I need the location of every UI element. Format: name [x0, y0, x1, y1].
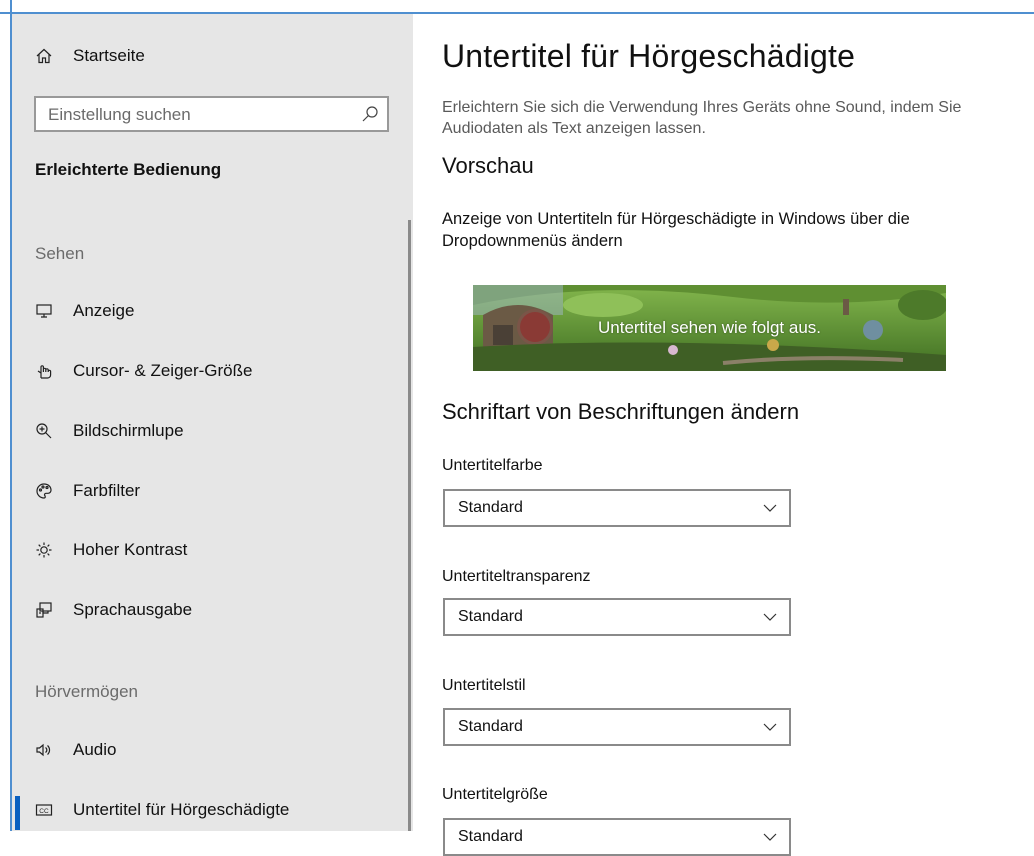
group-heading-hoervermoegen: Hörvermögen	[35, 682, 138, 701]
page-description: Erleichtern Sie sich die Verwendung Ihre…	[442, 99, 962, 137]
sidebar-item-cursor[interactable]: Cursor- & Zeiger-Größe	[12, 351, 402, 391]
sidebar-item-bildschirmlupe[interactable]: Bildschirmlupe	[12, 411, 402, 451]
section-title: Erleichterte Bedienung	[35, 160, 222, 179]
chevron-down-icon	[763, 504, 777, 512]
chevron-down-icon	[763, 723, 777, 731]
font-heading: Schriftart von Beschriftungen ändern	[442, 399, 800, 424]
home-label: Startseite	[73, 46, 145, 65]
home-icon	[34, 46, 54, 66]
sidebar-item-label: Bildschirmlupe	[73, 421, 184, 440]
untertitelgroesse-dropdown[interactable]: Standard	[443, 818, 791, 856]
search-box[interactable]	[34, 96, 389, 132]
speaker-icon	[34, 740, 54, 760]
search-input[interactable]	[36, 98, 360, 132]
sidebar-scrollbar[interactable]	[408, 220, 411, 831]
search-icon[interactable]	[361, 105, 379, 123]
untertiteltransparenz-dropdown[interactable]: Standard	[443, 598, 791, 636]
narrator-icon	[34, 600, 54, 620]
sidebar-item-label: Anzeige	[73, 301, 135, 320]
cc-icon: CC	[34, 800, 54, 820]
pointer-icon	[34, 361, 54, 381]
page-title: Untertitel für Hörgeschädigte	[442, 38, 856, 74]
palette-icon	[34, 481, 54, 501]
chevron-down-icon	[763, 833, 777, 841]
untertitelfarbe-dropdown[interactable]: Standard	[443, 489, 791, 527]
svg-text:CC: CC	[39, 808, 49, 815]
preview-heading: Vorschau	[442, 153, 534, 178]
preview-description: Anzeige von Untertiteln für Hörgeschädig…	[442, 210, 910, 250]
sun-icon	[34, 540, 54, 560]
chevron-down-icon	[763, 613, 777, 621]
sidebar-item-audio[interactable]: Audio	[12, 730, 402, 770]
caption-preview-image: Untertitel sehen wie folgt aus.	[473, 285, 946, 371]
sidebar-item-farbfilter[interactable]: Farbfilter	[12, 471, 402, 511]
group-heading-sehen: Sehen	[35, 244, 85, 263]
magnifier-icon	[34, 421, 54, 441]
dropdown-value: Standard	[458, 499, 523, 516]
sidebar-item-label: Cursor- & Zeiger-Größe	[73, 361, 253, 380]
sidebar-item-untertitel[interactable]: CC Untertitel für Hörgeschädigte	[12, 790, 402, 830]
window-left-edge	[0, 0, 12, 831]
sidebar: Startseite Erleichterte Bedienung Sehen …	[12, 14, 413, 831]
field-label-untertitelstil: Untertitelstil	[442, 677, 526, 694]
untertitelstil-dropdown[interactable]: Standard	[443, 708, 791, 746]
sidebar-item-hoher-kontrast[interactable]: Hoher Kontrast	[12, 530, 402, 570]
sidebar-item-label: Hoher Kontrast	[73, 540, 188, 559]
field-label-untertitelgroesse: Untertitelgröße	[442, 786, 548, 803]
home-link[interactable]: Startseite	[12, 36, 402, 76]
field-label-untertitelfarbe: Untertitelfarbe	[442, 457, 543, 474]
monitor-icon	[34, 301, 54, 321]
sidebar-item-anzeige[interactable]: Anzeige	[12, 291, 402, 331]
sidebar-item-label: Audio	[73, 740, 117, 759]
preview-caption-text: Untertitel sehen wie folgt aus.	[597, 318, 821, 337]
dropdown-value: Standard	[458, 718, 523, 735]
sidebar-item-sprachausgabe[interactable]: Sprachausgabe	[12, 590, 402, 630]
dropdown-value: Standard	[458, 608, 523, 625]
sidebar-item-label: Untertitel für Hörgeschädigte	[73, 800, 290, 819]
sidebar-item-label: Farbfilter	[73, 481, 141, 500]
main-content: Untertitel für Hörgeschädigte Erleichter…	[413, 14, 1034, 856]
sidebar-item-label: Sprachausgabe	[73, 600, 193, 619]
field-label-untertiteltransparenz: Untertiteltransparenz	[442, 568, 591, 585]
